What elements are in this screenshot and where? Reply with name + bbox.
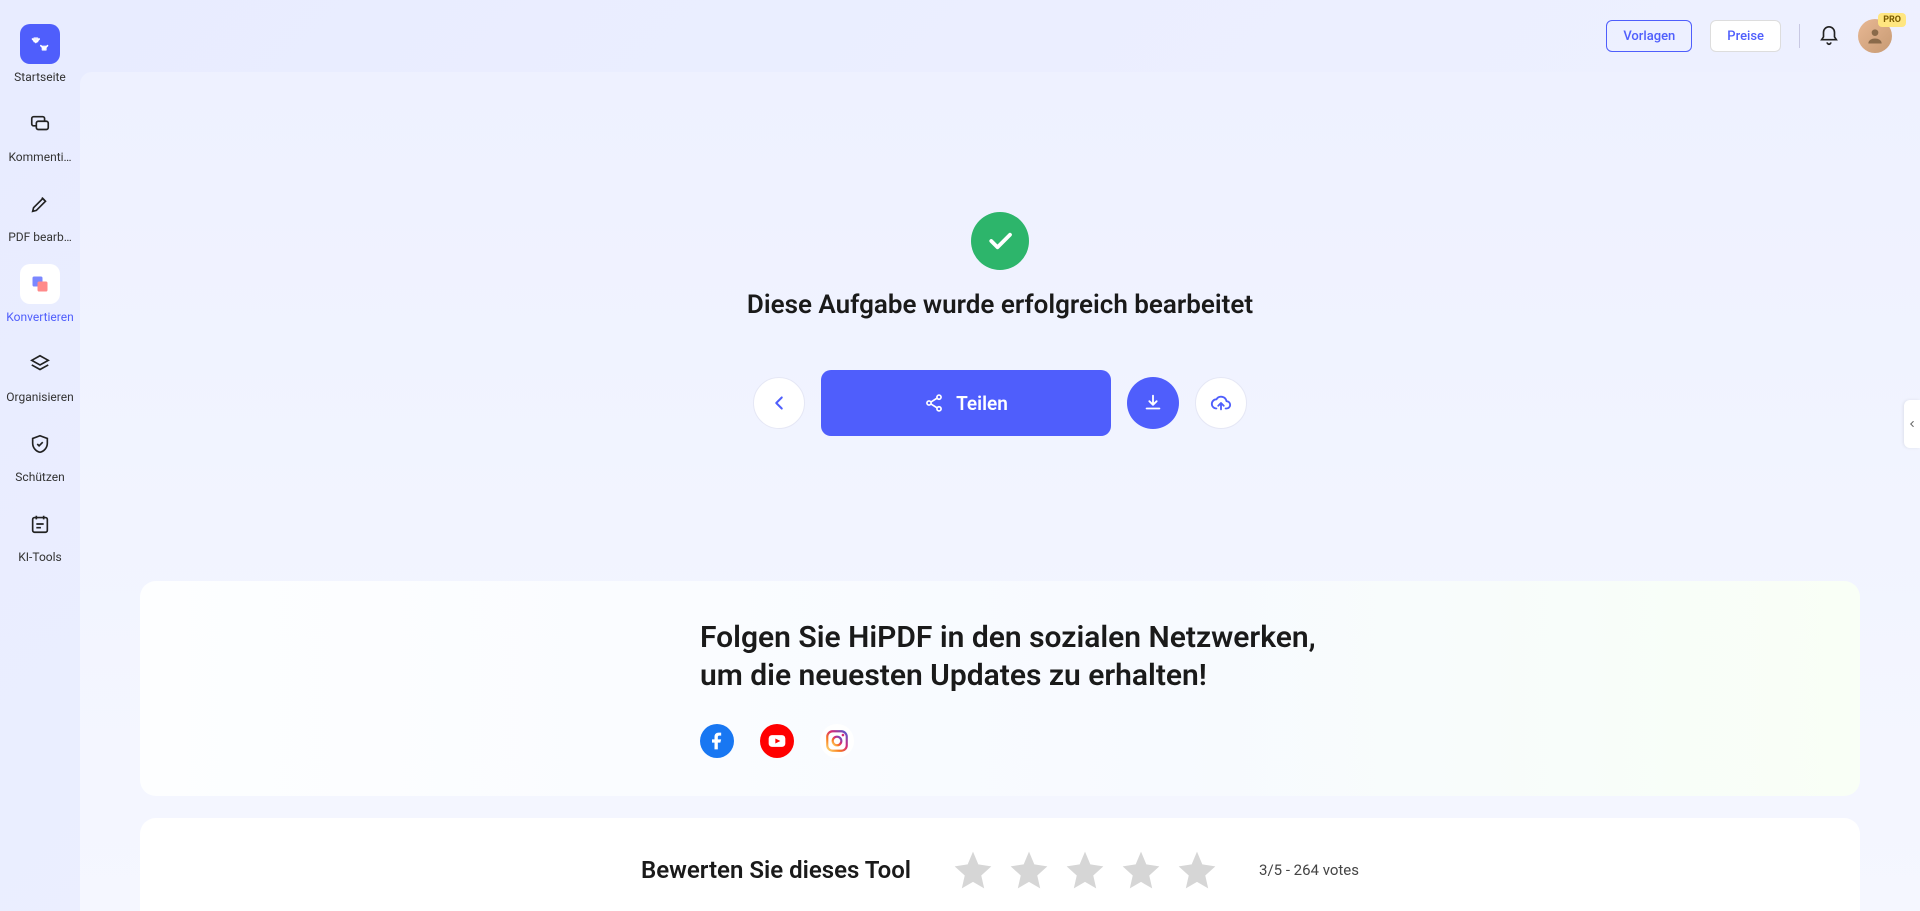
home-icon: [20, 24, 60, 64]
success-section: Diese Aufgabe wurde erfolgreich bearbeit…: [747, 212, 1253, 436]
sidebar-item-organize[interactable]: Organisieren: [0, 344, 80, 404]
star-3[interactable]: [1063, 848, 1107, 892]
ai-tools-icon: [20, 504, 60, 544]
star-icon: [1175, 848, 1219, 892]
star-rating: [951, 848, 1219, 892]
pro-badge: PRO: [1878, 13, 1906, 27]
star-icon: [1063, 848, 1107, 892]
comment-icon: [20, 104, 60, 144]
chevron-left-icon: [768, 392, 790, 414]
download-button[interactable]: [1127, 377, 1179, 429]
user-avatar[interactable]: PRO: [1858, 19, 1892, 53]
share-button[interactable]: Teilen: [821, 370, 1111, 436]
topbar: Vorlagen Preise PRO: [80, 0, 1920, 72]
convert-icon: [20, 264, 60, 304]
social-links: [700, 724, 1790, 758]
pricing-button[interactable]: Preise: [1710, 20, 1781, 52]
sidebar-item-convert[interactable]: Konvertieren: [0, 264, 80, 324]
sidebar-item-label: Startseite: [14, 70, 66, 84]
star-5[interactable]: [1175, 848, 1219, 892]
star-1[interactable]: [951, 848, 995, 892]
star-icon: [1119, 848, 1163, 892]
back-button[interactable]: [753, 377, 805, 429]
chevron-left-icon: [1907, 419, 1917, 429]
star-2[interactable]: [1007, 848, 1051, 892]
sidebar: Startseite Kommenti… PDF bearb… Konverti…: [0, 0, 80, 911]
cloud-upload-icon: [1210, 392, 1232, 414]
sidebar-item-label: Schützen: [15, 470, 64, 484]
youtube-link[interactable]: [760, 724, 794, 758]
side-panel-toggle[interactable]: [1904, 400, 1920, 448]
instagram-link[interactable]: [820, 724, 854, 758]
sidebar-item-ai-tools[interactable]: KI-Tools: [0, 504, 80, 564]
sidebar-item-protect[interactable]: Schützen: [0, 424, 80, 484]
organize-icon: [20, 344, 60, 384]
rate-card: Bewerten Sie dieses Tool 3/5 - 264 votes: [140, 818, 1860, 911]
success-title: Diese Aufgabe wurde erfolgreich bearbeit…: [747, 290, 1253, 320]
youtube-icon: [767, 731, 787, 751]
sidebar-item-label: Kommenti…: [8, 150, 71, 164]
facebook-link[interactable]: [700, 724, 734, 758]
follow-card: Folgen Sie HiPDF in den sozialen Netzwer…: [140, 581, 1860, 796]
sidebar-item-editpdf[interactable]: PDF bearb…: [0, 184, 80, 244]
share-label: Teilen: [956, 392, 1008, 415]
sidebar-item-label: KI-Tools: [18, 550, 62, 564]
topbar-divider: [1799, 24, 1800, 48]
follow-title: Folgen Sie HiPDF in den sozialen Netzwer…: [700, 619, 1340, 694]
facebook-icon: [707, 731, 727, 751]
star-icon: [1007, 848, 1051, 892]
main-content: Diese Aufgabe wurde erfolgreich bearbeit…: [80, 72, 1920, 911]
star-icon: [951, 848, 995, 892]
templates-label: Vorlagen: [1623, 29, 1675, 44]
shield-icon: [20, 424, 60, 464]
pricing-label: Preise: [1727, 29, 1764, 44]
sidebar-item-label: Konvertieren: [6, 310, 73, 324]
sidebar-item-label: PDF bearb…: [8, 230, 72, 244]
edit-icon: [20, 184, 60, 224]
sidebar-item-label: Organisieren: [6, 390, 73, 404]
instagram-icon: [824, 728, 850, 754]
sidebar-item-home[interactable]: Startseite: [0, 24, 80, 84]
rate-title: Bewerten Sie dieses Tool: [641, 856, 911, 884]
share-icon: [924, 393, 944, 413]
sidebar-item-comment[interactable]: Kommenti…: [0, 104, 80, 164]
star-4[interactable]: [1119, 848, 1163, 892]
rate-votes: 3/5 - 264 votes: [1259, 861, 1359, 879]
cloud-upload-button[interactable]: [1195, 377, 1247, 429]
action-row: Teilen: [753, 370, 1247, 436]
notifications-button[interactable]: [1818, 25, 1840, 47]
download-icon: [1142, 392, 1164, 414]
success-check-icon: [971, 212, 1029, 270]
templates-button[interactable]: Vorlagen: [1606, 20, 1692, 52]
